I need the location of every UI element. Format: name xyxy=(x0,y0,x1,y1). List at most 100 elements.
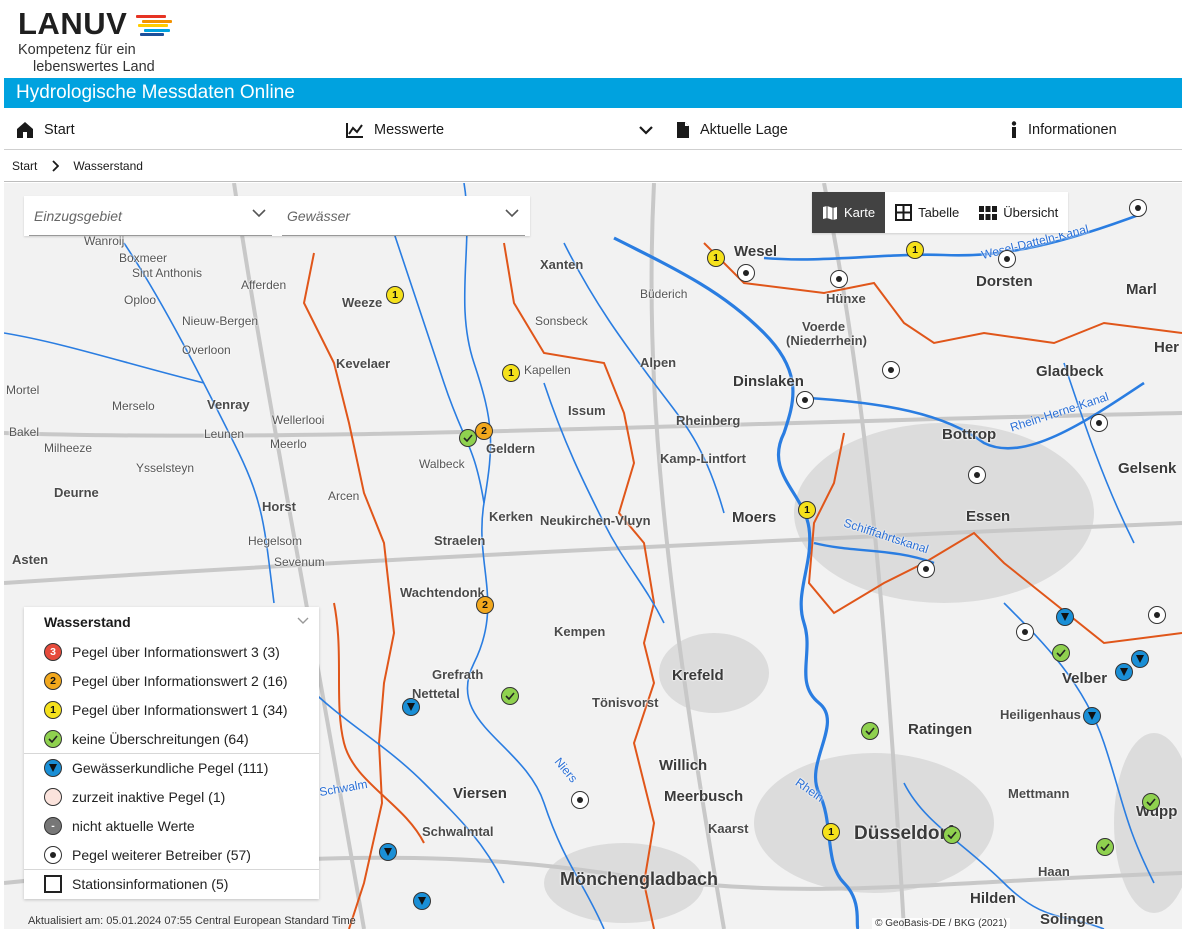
station-marker-other-operator[interactable] xyxy=(1148,606,1166,624)
station-marker-ok[interactable] xyxy=(943,826,961,844)
station-marker-ok[interactable] xyxy=(1142,793,1160,811)
station-marker-ok[interactable] xyxy=(1096,838,1114,856)
place-rheinberg: Rheinberg xyxy=(676,413,741,428)
place-kempen: Kempen xyxy=(554,624,606,639)
legend-item-label: Stationsinformationen (5) xyxy=(72,876,229,892)
view-karte-label: Karte xyxy=(844,205,876,220)
stale-dash-icon: - xyxy=(44,816,62,835)
place-gladbeck: Gladbeck xyxy=(1036,363,1104,380)
legend-item-other-operator[interactable]: Pegel weiterer Betreiber (57) xyxy=(24,840,319,869)
station-marker-level-1[interactable]: 1 xyxy=(502,364,520,382)
map-filters: Einzugsgebiet Gewässer xyxy=(24,196,530,236)
station-marker-level-2[interactable]: 2 xyxy=(475,422,493,440)
place-oploo: Oploo xyxy=(124,293,157,307)
nav-start[interactable]: Start xyxy=(16,110,75,150)
legend-header[interactable]: Wasserstand xyxy=(24,607,319,637)
legend-item-stale[interactable]: - nicht aktuelle Werte xyxy=(24,811,319,840)
station-marker-other-operator[interactable] xyxy=(796,391,814,409)
view-tabelle-button[interactable]: Tabelle xyxy=(885,192,969,233)
station-marker-gauge[interactable] xyxy=(1056,608,1074,626)
place-wachtendonk: Wachtendonk xyxy=(400,585,485,600)
legend-item-level-2[interactable]: 2 Pegel über Informationswert 2 (16) xyxy=(24,666,319,695)
place-boxmeer: Boxmeer xyxy=(119,251,168,265)
messwerte-dropdown-toggle[interactable] xyxy=(638,110,664,150)
station-marker-gauge[interactable] xyxy=(1115,663,1133,681)
station-marker-level-2[interactable]: 2 xyxy=(476,596,494,614)
legend-item-label: Pegel weiterer Betreiber (57) xyxy=(72,846,251,863)
inactive-icon xyxy=(44,787,62,806)
legend-item-label: Pegel über Informationswert 3 (3) xyxy=(72,643,280,660)
legend-item-level-1[interactable]: 1 Pegel über Informationswert 1 (34) xyxy=(24,695,319,724)
station-marker-ok[interactable] xyxy=(501,687,519,705)
place-moenchengladbach: Mönchengladbach xyxy=(560,869,719,889)
place-ratingen: Ratingen xyxy=(908,721,973,738)
map-icon xyxy=(823,205,837,220)
place-moers: Moers xyxy=(732,509,777,526)
place-nieuw-bergen: Nieuw-Bergen xyxy=(182,314,259,328)
station-marker-other-operator[interactable] xyxy=(917,560,935,578)
place-grefrath: Grefrath xyxy=(432,667,484,682)
station-marker-other-operator[interactable] xyxy=(968,466,986,484)
gewaesser-select[interactable]: Gewässer xyxy=(282,196,525,236)
place-bakel: Bakel xyxy=(9,425,40,439)
station-marker-other-operator[interactable] xyxy=(1129,199,1147,217)
map-canvas[interactable]: Boxmeer Sint Anthonis Wanroij Oploo Nieu… xyxy=(4,183,1182,929)
nav-informationen[interactable]: Informationen xyxy=(1010,110,1117,150)
place-deurne: Deurne xyxy=(54,485,99,500)
legend-item-inactive[interactable]: zurzeit inaktive Pegel (1) xyxy=(24,782,319,811)
place-wanroij: Wanroij xyxy=(84,234,125,248)
checkbox-icon[interactable] xyxy=(44,875,62,893)
place-wesel: Wesel xyxy=(734,243,778,260)
breadcrumb-home[interactable]: Start xyxy=(12,159,37,173)
station-marker-level-1[interactable]: 1 xyxy=(822,823,840,841)
legend-item-station-info[interactable]: Stationsinformationen (5) xyxy=(24,869,319,898)
logo-tagline-1: Kompetenz für ein xyxy=(18,42,136,58)
updated-timestamp: Aktualisiert am: 05.01.2024 07:55 Centra… xyxy=(28,915,356,927)
nav-messwerte[interactable]: Messwerte xyxy=(346,110,444,150)
legend-item-gauge[interactable]: Gewässerkundliche Pegel (111) xyxy=(24,753,319,782)
home-icon xyxy=(17,122,33,138)
station-marker-other-operator[interactable] xyxy=(1090,414,1108,432)
view-uebersicht-button[interactable]: Übersicht xyxy=(969,192,1068,233)
legend-item-label: Pegel über Informationswert 2 (16) xyxy=(72,672,288,689)
place-horst: Horst xyxy=(262,499,296,514)
station-marker-gauge[interactable] xyxy=(402,698,420,716)
station-marker-gauge[interactable] xyxy=(413,892,431,910)
station-marker-ok[interactable] xyxy=(861,722,879,740)
place-merselo: Merselo xyxy=(112,399,155,413)
nav-aktuelle-lage[interactable]: Aktuelle Lage xyxy=(676,110,788,150)
place-heiligenhaus: Heiligenhaus xyxy=(1000,707,1081,722)
station-marker-other-operator[interactable] xyxy=(830,270,848,288)
station-marker-level-1[interactable]: 1 xyxy=(386,286,404,304)
view-karte-button[interactable]: Karte xyxy=(812,192,886,233)
place-gelsenkirchen: Gelsenk xyxy=(1118,460,1177,477)
place-huenxe: Hünxe xyxy=(826,291,866,306)
level-1-icon: 1 xyxy=(44,700,62,719)
lanuv-logo[interactable]: LANUV Kompetenz für ein lebenswertes Lan… xyxy=(18,6,188,76)
gauge-triangle-icon xyxy=(44,759,62,777)
station-marker-level-1[interactable]: 1 xyxy=(906,241,924,259)
station-marker-other-operator[interactable] xyxy=(571,791,589,809)
place-nettetal: Nettetal xyxy=(412,686,460,701)
legend-item-label: keine Überschreitungen (64) xyxy=(72,730,249,747)
station-marker-other-operator[interactable] xyxy=(882,361,900,379)
station-marker-other-operator[interactable] xyxy=(737,264,755,282)
station-marker-gauge[interactable] xyxy=(1131,650,1149,668)
legend-item-level-3[interactable]: 3 Pegel über Informationswert 3 (3) xyxy=(24,637,319,666)
table-icon xyxy=(895,204,913,221)
place-krefeld: Krefeld xyxy=(672,667,724,684)
legend-item-label: Pegel über Informationswert 1 (34) xyxy=(72,701,288,718)
legend-item-no-exceedance[interactable]: keine Überschreitungen (64) xyxy=(24,724,319,753)
station-marker-gauge[interactable] xyxy=(379,843,397,861)
logo-stripes-icon xyxy=(136,15,172,37)
station-marker-other-operator[interactable] xyxy=(1016,623,1034,641)
station-marker-level-1[interactable]: 1 xyxy=(707,249,725,267)
einzugsgebiet-select[interactable]: Einzugsgebiet xyxy=(29,196,272,236)
station-marker-gauge[interactable] xyxy=(1083,707,1101,725)
station-marker-other-operator[interactable] xyxy=(998,250,1016,268)
logo-tagline-2: lebenswertes Land xyxy=(33,59,155,75)
station-marker-ok[interactable] xyxy=(459,429,477,447)
place-solingen: Solingen xyxy=(1040,911,1104,928)
station-marker-level-1[interactable]: 1 xyxy=(798,501,816,519)
station-marker-ok[interactable] xyxy=(1052,644,1070,662)
